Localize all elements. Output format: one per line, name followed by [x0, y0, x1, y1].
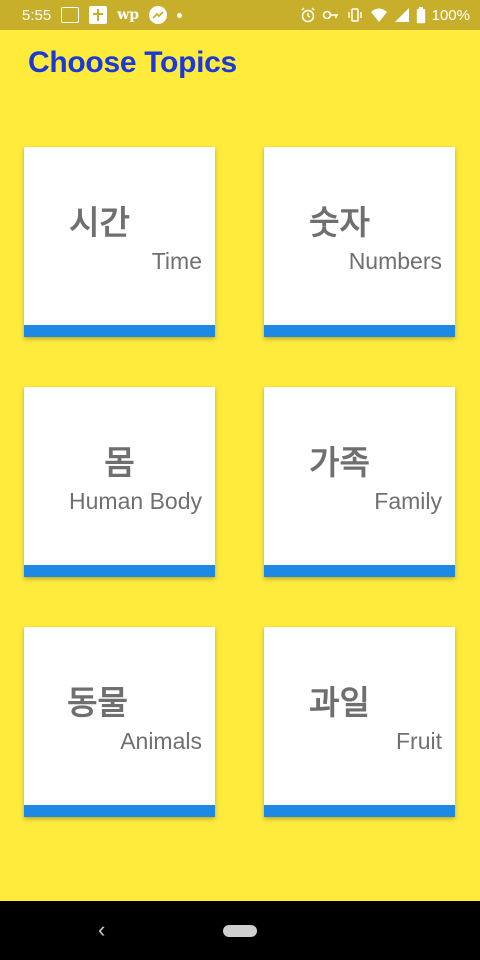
battery-percent: 100%: [431, 6, 470, 24]
topic-korean: 과일: [309, 683, 370, 722]
topic-english: Numbers: [348, 248, 442, 274]
card-accent-bar: [264, 805, 455, 817]
card-accent-bar: [24, 565, 215, 577]
wp-icon: wp: [117, 7, 140, 23]
app-cross-icon: [89, 6, 108, 24]
topic-card-time[interactable]: 시간 Time: [24, 147, 215, 337]
page-title: Choose Topics: [28, 46, 237, 79]
news-icon: [61, 7, 80, 23]
vibrate-icon: [346, 7, 364, 23]
trending-icon: [149, 6, 168, 24]
topic-english: Animals: [120, 728, 202, 754]
status-left: 5:55 wp: [22, 6, 183, 24]
dot-icon: [177, 12, 183, 18]
topic-korean: 동물: [67, 683, 128, 722]
topic-card-numbers[interactable]: 숫자 Numbers: [264, 147, 455, 337]
topic-english: Human Body: [69, 488, 202, 514]
topic-english: Time: [151, 248, 202, 274]
card-accent-bar: [264, 565, 455, 577]
home-pill-button[interactable]: [223, 925, 257, 937]
topic-korean: 몸: [104, 443, 135, 482]
key-icon: [322, 7, 340, 23]
battery-icon: [416, 6, 426, 24]
status-bar: 5:55 wp 100%: [0, 0, 480, 30]
navigation-bar: ‹: [0, 901, 480, 960]
status-right: 100%: [300, 6, 470, 24]
topic-card-animals[interactable]: 동물 Animals: [24, 627, 215, 817]
topic-korean: 숫자: [309, 203, 370, 242]
card-accent-bar: [24, 325, 215, 337]
card-accent-bar: [24, 805, 215, 817]
topic-card-fruit[interactable]: 과일 Fruit: [264, 627, 455, 817]
topic-english: Fruit: [396, 728, 442, 754]
topic-english: Family: [374, 488, 442, 514]
status-time: 5:55: [22, 6, 52, 24]
topic-korean: 가족: [309, 443, 370, 482]
topic-card-family[interactable]: 가족 Family: [264, 387, 455, 577]
topic-korean: 시간: [69, 203, 130, 242]
app-screen: Choose Topics 시간 Time 숫자 Numbers 몸 Human…: [0, 30, 480, 901]
signal-icon: [394, 7, 410, 23]
back-button[interactable]: ‹: [98, 919, 105, 941]
card-accent-bar: [264, 325, 455, 337]
topic-card-human-body[interactable]: 몸 Human Body: [24, 387, 215, 577]
wifi-icon: [370, 7, 388, 23]
alarm-icon: [300, 7, 316, 23]
